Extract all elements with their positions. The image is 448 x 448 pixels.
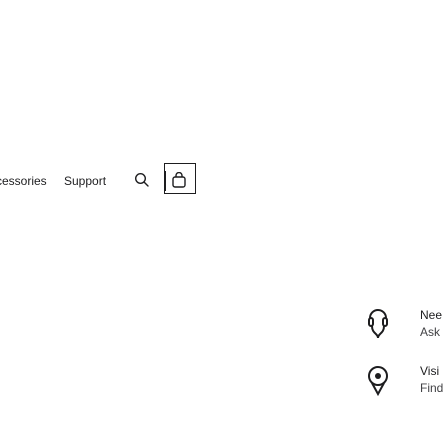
help-item-title: Visi	[420, 364, 440, 378]
search-icon	[134, 172, 149, 187]
nav-link-accessories[interactable]: cessories	[0, 174, 47, 188]
help-item-chat[interactable]: Nee Ask	[368, 308, 448, 360]
help-item-title: Nee	[420, 308, 443, 322]
nav-link-support[interactable]: Support	[64, 174, 106, 188]
search-button[interactable]	[130, 168, 154, 192]
nav-divider	[165, 171, 166, 191]
shopping-bag-icon	[172, 172, 186, 188]
headset-icon	[368, 309, 388, 339]
location-pin-icon	[368, 366, 388, 397]
help-item-subtitle: Ask	[420, 325, 441, 339]
help-item-visit[interactable]: Visi Find	[368, 364, 448, 416]
help-panel: Nee Ask Visi Find	[368, 308, 448, 416]
help-item-subtitle: Find	[420, 381, 444, 395]
shopping-bag-button[interactable]	[167, 168, 191, 192]
